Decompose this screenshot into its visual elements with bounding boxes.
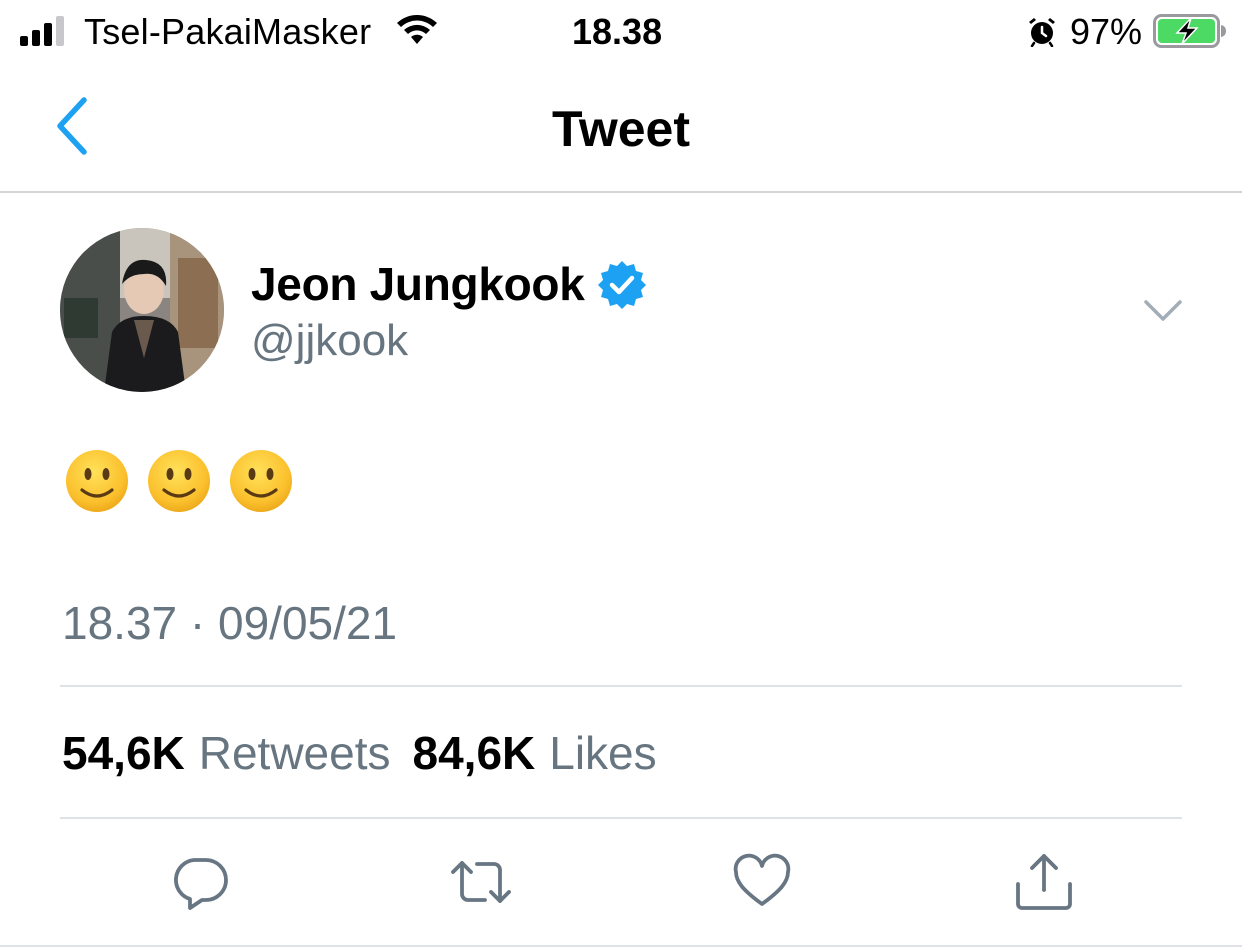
author-name[interactable]: Jeon Jungkook [251, 257, 585, 311]
likes-stat[interactable]: 84,6K Likes [413, 726, 657, 780]
slightly-smiling-face-emoji [66, 450, 128, 512]
alarm-icon [1029, 18, 1055, 47]
battery-percent: 97% [1070, 11, 1143, 52]
page-title: Tweet [552, 101, 690, 157]
likes-count: 84,6K [412, 727, 536, 779]
status-bar: Tsel-PakaiMasker 18.38 97% [0, 0, 1242, 64]
tweet-stats: 54,6K Retweets 84,6K Likes [62, 726, 679, 780]
chevron-down-icon[interactable] [1143, 296, 1183, 326]
divider [0, 945, 1242, 947]
author-handle[interactable]: @jjkook [251, 316, 408, 366]
battery-charging-icon [1153, 14, 1226, 48]
avatar[interactable] [60, 228, 224, 392]
reply-button[interactable] [168, 850, 232, 914]
share-icon [1016, 854, 1072, 910]
author-row[interactable]: Jeon Jungkook [251, 254, 647, 314]
likes-label: Likes [549, 727, 657, 779]
like-button[interactable] [730, 850, 794, 914]
share-button[interactable] [1012, 850, 1076, 914]
verified-badge-icon [597, 261, 646, 309]
like-icon [733, 853, 791, 906]
carrier-name: Tsel-PakaiMasker [84, 11, 372, 52]
retweets-count: 54,6K [62, 727, 185, 779]
avatar-photo [60, 228, 224, 392]
signal-icon [20, 14, 72, 46]
slightly-smiling-face-emoji [230, 450, 292, 512]
divider [60, 685, 1182, 687]
retweet-icon [451, 861, 511, 903]
reply-icon [174, 858, 228, 910]
status-time: 18.38 [572, 11, 663, 52]
retweet-button[interactable] [449, 850, 513, 914]
divider [60, 817, 1182, 819]
tweet-timestamp: 18.37 · 09/05/21 [62, 597, 398, 649]
navigation-bar: Tweet [0, 64, 1242, 193]
tweet-text [64, 448, 294, 514]
wifi-icon [397, 15, 437, 44]
retweets-label: Retweets [198, 727, 391, 779]
slightly-smiling-face-emoji [148, 450, 210, 512]
retweets-stat[interactable]: 54,6K Retweets [62, 726, 391, 780]
